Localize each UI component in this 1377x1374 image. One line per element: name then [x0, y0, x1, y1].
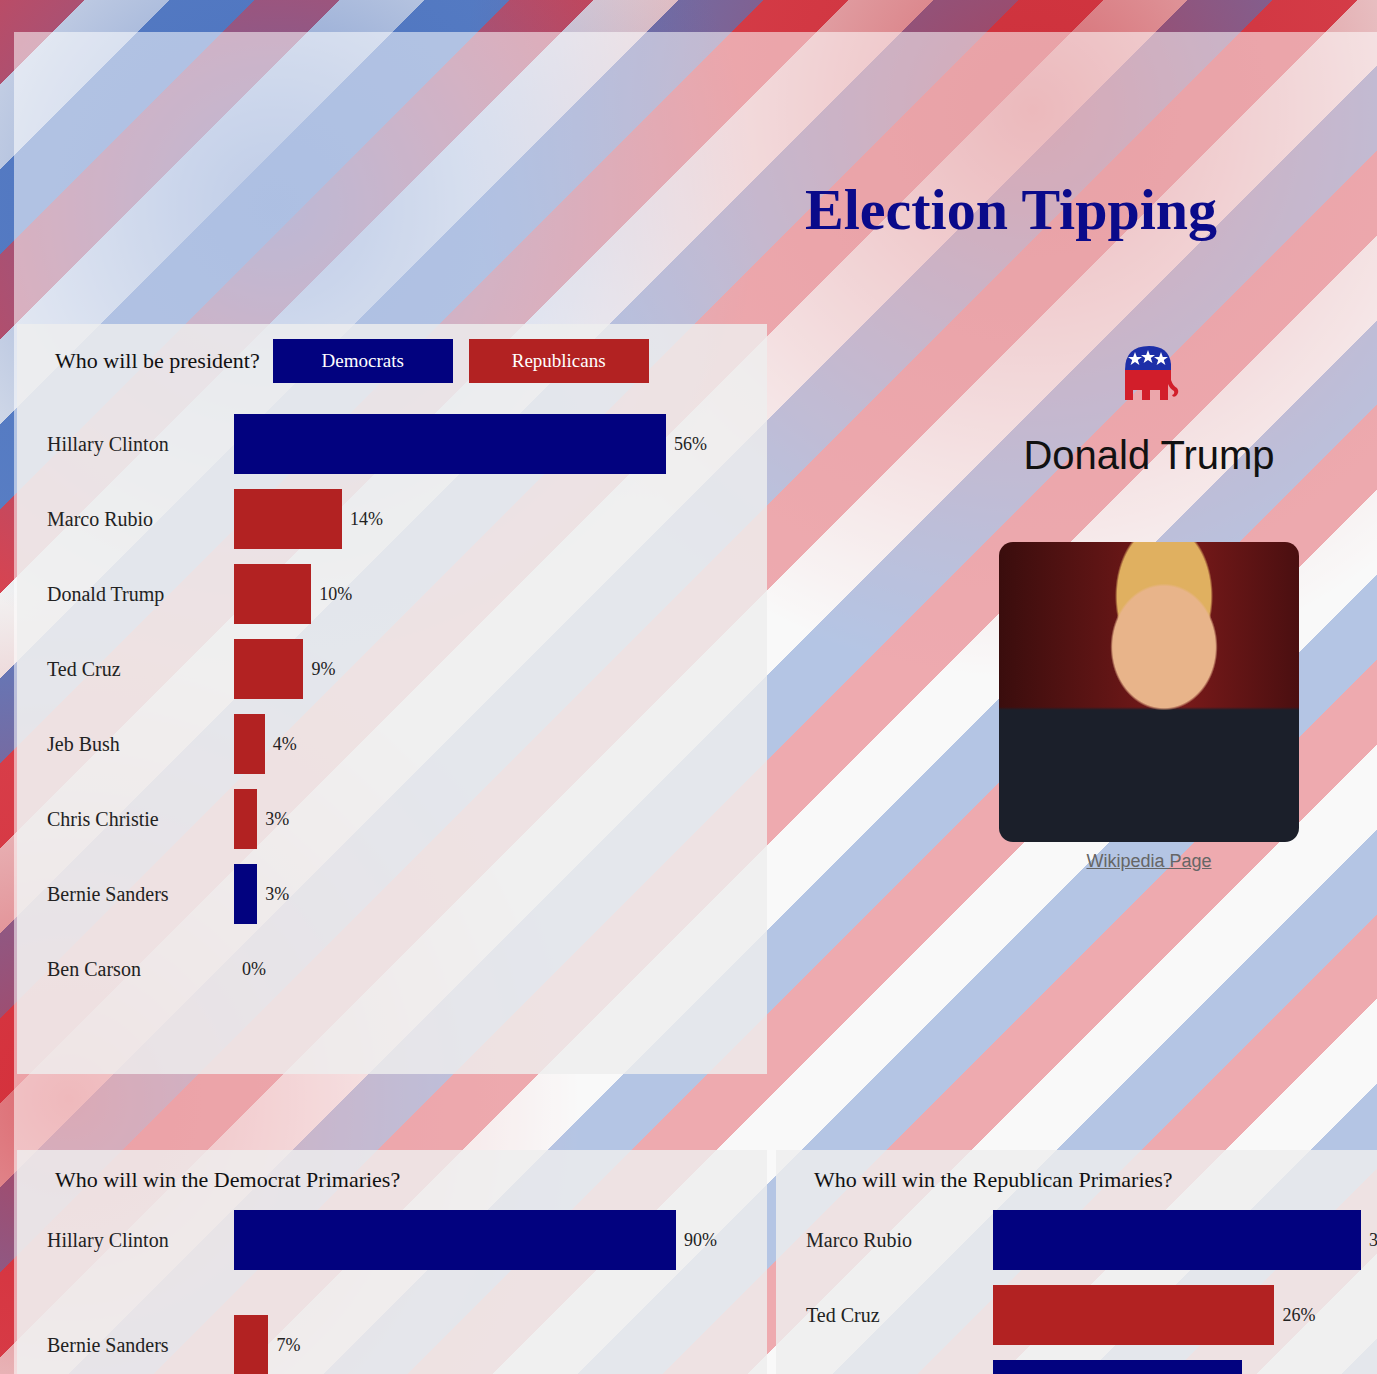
chart-bar	[993, 1210, 1361, 1270]
chart-row: Bernie Sanders 3%	[47, 864, 767, 924]
candidate-label: Marco Rubio	[47, 508, 234, 531]
top-section: Who will be president? Democrats Republica…	[14, 32, 1377, 1074]
value-label: 3	[1369, 1230, 1377, 1251]
wikipedia-link[interactable]: Wikipedia Page	[1086, 850, 1211, 872]
candidate-photo	[999, 542, 1299, 842]
chart-row: Donald Trump 10%	[47, 564, 767, 624]
value-label: 7%	[276, 1335, 300, 1356]
party-filter-button[interactable]: Democrats	[273, 339, 453, 383]
president-panel: Who will be president? Democrats Republica…	[17, 324, 767, 1074]
chart-row: Hillary Clinton 56%	[47, 414, 767, 474]
chart-bar	[234, 789, 257, 849]
right-column: Election Tipping Donald Trump Wikipedia Pa…	[767, 32, 1377, 872]
chart-bar	[234, 489, 342, 549]
democrat-primaries-panel: Who will win the Democrat Primaries? Hill…	[17, 1150, 767, 1374]
candidate-label: Jeb Bush	[47, 733, 234, 756]
candidate-label: Marco Rubio	[806, 1229, 993, 1252]
chart-row: Jeb Bush 4%	[47, 714, 767, 774]
president-chart: Hillary Clinton 56% Marco Rubio 14% Donald T…	[17, 414, 767, 999]
value-label: 26%	[1282, 1305, 1315, 1326]
content-overlay: Who will be president? Democrats Republica…	[14, 32, 1377, 1374]
chart-bar	[234, 714, 265, 774]
value-label: 3%	[265, 884, 289, 905]
republican-elephant-icon	[1117, 340, 1181, 404]
chart-bar	[234, 1210, 676, 1270]
panel-header: Who will be president? Democrats Republica…	[17, 339, 767, 383]
chart-row: Bernie Sanders 7%	[47, 1315, 767, 1374]
panel-header: Who will win the Republican Primaries?	[776, 1158, 1377, 1202]
value-label: 9%	[311, 659, 335, 680]
panel-question: Who will be president?	[55, 348, 260, 374]
chart-bar	[234, 639, 303, 699]
chart-bar	[234, 864, 257, 924]
candidate-label: Hillary Clinton	[47, 433, 234, 456]
primaries-section: Who will win the Democrat Primaries? Hill…	[14, 1150, 1377, 1374]
chart-bar	[993, 1285, 1274, 1345]
chart-bar	[234, 564, 311, 624]
candidate-label: Hillary Clinton	[47, 1229, 234, 1252]
panel-header: Who will win the Democrat Primaries?	[17, 1158, 767, 1202]
value-label: 4%	[273, 734, 297, 755]
republican-primaries-panel: Who will win the Republican Primaries? Ma…	[776, 1150, 1377, 1374]
democrat-primaries-chart: Hillary Clinton 90% Bernie Sanders 7%	[17, 1210, 767, 1374]
republican-primaries-chart: Marco Rubio 3 Ted Cruz 26%	[776, 1210, 1377, 1374]
chart-row: Hillary Clinton 90%	[47, 1210, 767, 1270]
chart-row	[806, 1360, 1377, 1374]
candidate-label: Bernie Sanders	[47, 883, 234, 906]
chart-bar	[234, 414, 666, 474]
value-label: 10%	[319, 584, 352, 605]
chart-row: Marco Rubio 3	[806, 1210, 1377, 1270]
page: Who will be president? Democrats Republica…	[0, 0, 1377, 1374]
panel-question: Who will win the Democrat Primaries?	[55, 1167, 400, 1193]
chart-row: Marco Rubio 14%	[47, 489, 767, 549]
candidate-profile: Donald Trump Wikipedia Page	[999, 248, 1299, 872]
value-label: 56%	[674, 434, 707, 455]
chart-row: Ted Cruz 26%	[806, 1285, 1377, 1345]
candidate-label: Ted Cruz	[47, 658, 234, 681]
site-title: Election Tipping	[805, 172, 1377, 248]
value-label: 3%	[265, 809, 289, 830]
chart-row: Ben Carson 0%	[47, 939, 767, 999]
value-label: 90%	[684, 1230, 717, 1251]
candidate-label: Donald Trump	[47, 583, 234, 606]
panel-question: Who will win the Republican Primaries?	[814, 1167, 1173, 1193]
candidate-label: Ben Carson	[47, 958, 234, 981]
value-label: 0%	[242, 959, 266, 980]
party-filter-button[interactable]: Republicans	[469, 339, 649, 383]
candidate-label: Ted Cruz	[806, 1304, 993, 1327]
chart-bar	[993, 1360, 1242, 1374]
left-column: Who will be president? Democrats Republica…	[14, 32, 767, 1074]
candidate-label: Bernie Sanders	[47, 1334, 234, 1357]
chart-bar	[234, 1315, 268, 1374]
chart-row: Ted Cruz 9%	[47, 639, 767, 699]
candidate-label: Chris Christie	[47, 808, 234, 831]
value-label: 14%	[350, 509, 383, 530]
chart-row: Chris Christie 3%	[47, 789, 767, 849]
candidate-name: Donald Trump	[1023, 431, 1274, 479]
